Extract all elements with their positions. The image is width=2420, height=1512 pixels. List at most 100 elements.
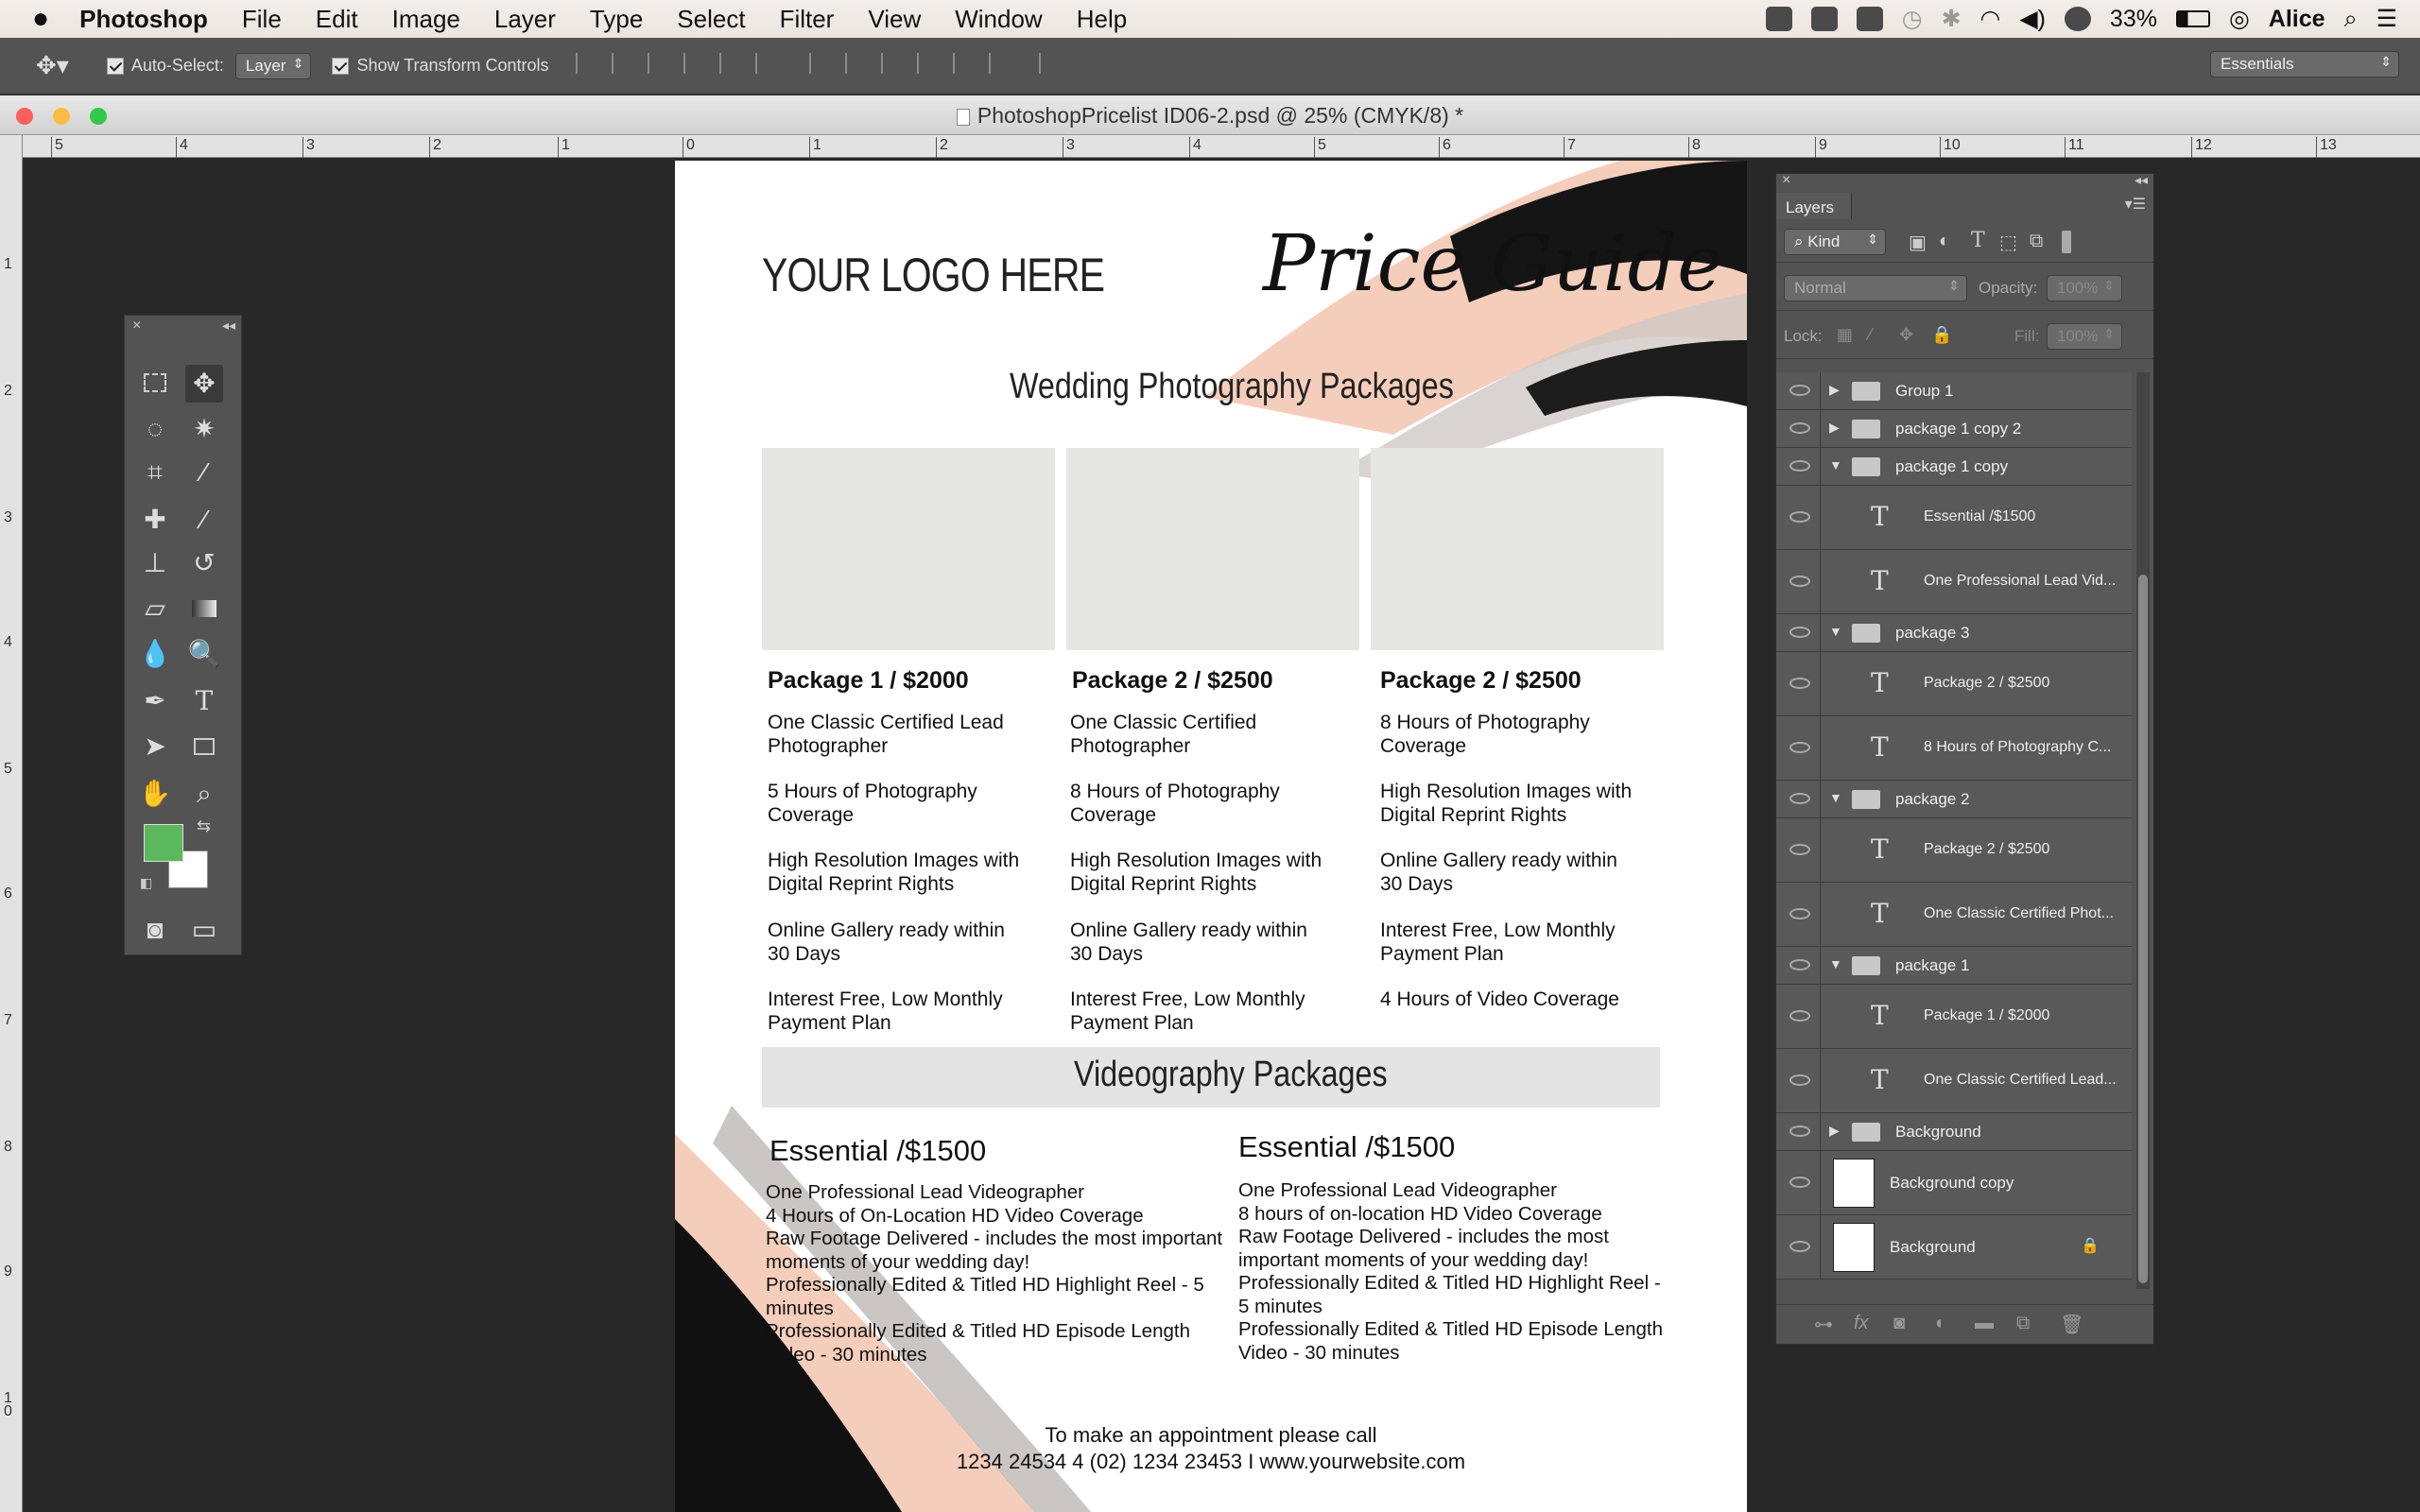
crop-tool-icon[interactable]: ⌗ [136, 454, 174, 491]
new-adjustment-icon[interactable]: ◐ [1935, 1313, 1946, 1334]
visibility-eye-icon[interactable] [1789, 385, 1810, 396]
lock-position-icon[interactable]: ✥ [1899, 325, 1913, 345]
wifi-icon[interactable]: ◠ [1980, 5, 2001, 33]
distribute-hcenter-icon[interactable] [952, 53, 974, 74]
fill-field[interactable]: 100% [2047, 323, 2122, 350]
visibility-eye-icon[interactable] [1789, 460, 1810, 472]
align-top-icon[interactable] [575, 53, 596, 74]
layer-row[interactable]: ▶ Group 1 [1776, 372, 2132, 410]
filter-smart-object-icon[interactable]: ⧉ [2030, 231, 2043, 252]
menu-window[interactable]: Window [938, 5, 1059, 34]
bluetooth-icon[interactable]: ✱ [1942, 5, 1962, 33]
spotlight-search-icon[interactable]: ⌕ [2344, 6, 2358, 33]
align-right-icon[interactable] [754, 53, 776, 74]
menu-file[interactable]: File [225, 5, 299, 34]
close-panel-icon[interactable]: × [1782, 172, 1790, 189]
quick-mask-icon[interactable]: ◙ [136, 911, 174, 949]
visibility-eye-icon[interactable] [1789, 959, 1810, 971]
collapsed-triangle-icon[interactable]: ▶ [1829, 420, 1840, 436]
tab-layers[interactable]: Layers [1776, 193, 1852, 219]
lock-brush-icon[interactable]: ⁄ [1869, 325, 1872, 345]
close-window-icon[interactable] [16, 108, 33, 125]
dodge-tool-icon[interactable]: 🔍 [185, 635, 223, 673]
expanded-triangle-icon[interactable]: ▼ [1829, 624, 1842, 639]
new-group-icon[interactable]: ▬ [1975, 1313, 1994, 1334]
visibility-eye-icon[interactable] [1789, 1125, 1810, 1137]
panel-menu-icon[interactable]: ▾☰ [2125, 195, 2146, 214]
visibility-eye-icon[interactable] [1789, 1177, 1810, 1188]
blend-mode-dropdown[interactable]: Normal [1784, 275, 1967, 301]
expanded-triangle-icon[interactable]: ▼ [1829, 956, 1842, 971]
opacity-field[interactable]: 100% [2047, 275, 2122, 301]
distribute-right-icon[interactable] [988, 53, 1010, 74]
layer-row[interactable]: ▼ package 1 [1776, 947, 2132, 985]
layer-row[interactable]: Background copy [1776, 1151, 2132, 1215]
distribute-vcenter-icon[interactable] [844, 53, 866, 74]
visibility-eye-icon[interactable] [1789, 908, 1810, 919]
filter-pixel-icon[interactable]: ▣ [1909, 231, 1927, 254]
document-canvas[interactable]: YOUR LOGO HERE Price Guide Wedding Photo… [675, 161, 1747, 1512]
layer-row[interactable]: ▼ package 2 [1776, 781, 2132, 818]
filter-type-icon[interactable]: T [1971, 229, 1985, 252]
pen-tool-icon[interactable]: ✒ [136, 682, 174, 720]
menu-view[interactable]: View [851, 5, 938, 34]
hand-tool-icon[interactable]: ✋ [136, 775, 174, 813]
visibility-eye-icon[interactable] [1789, 844, 1810, 855]
align-vcenter-icon[interactable] [611, 53, 632, 74]
menu-layer[interactable]: Layer [477, 5, 573, 34]
layers-scrollbar[interactable] [2136, 372, 2150, 1289]
eraser-tool-icon[interactable]: ▱ [136, 590, 174, 627]
screen-mode-icon[interactable]: ▭ [185, 911, 223, 949]
horizontal-ruler[interactable]: 5 4 3 2 1 0 1 2 3 4 5 6 7 8 9 10 11 12 13 [23, 135, 2420, 158]
auto-select-dropdown[interactable]: Layer [234, 52, 312, 79]
vertical-ruler[interactable]: 1 2 3 4 5 6 7 8 9 1 0 [0, 135, 23, 1512]
collapse-panel-icon[interactable]: ◂◂ [222, 318, 235, 334]
show-transform-checkbox[interactable]: Show Transform Controls [332, 56, 549, 76]
auto-align-icon[interactable] [1038, 53, 1060, 74]
layer-row[interactable]: ▶ Background [1776, 1113, 2132, 1151]
distribute-top-icon[interactable] [808, 53, 830, 74]
delete-layer-icon[interactable]: 🗑 [2060, 1313, 2083, 1336]
minimize-window-icon[interactable] [53, 108, 70, 125]
blur-tool-icon[interactable]: 💧 [136, 635, 174, 673]
layer-row[interactable]: T One Classic Certified Phot... [1776, 883, 2132, 947]
sync-icon[interactable]: ◎ [2229, 5, 2250, 33]
dropbox-icon[interactable] [1765, 7, 1792, 31]
battery-icon[interactable] [2175, 10, 2210, 27]
marquee-tool-icon[interactable] [136, 365, 174, 403]
gradient-tool-icon[interactable] [185, 590, 223, 627]
add-mask-icon[interactable]: ◙ [1893, 1313, 1905, 1334]
visibility-eye-icon[interactable] [1789, 1074, 1810, 1086]
creative-cloud-icon[interactable] [2064, 7, 2091, 31]
volume-icon[interactable]: ◀) [2019, 5, 2046, 33]
move-tool-preset-icon[interactable]: ✥▾ [36, 51, 69, 80]
filter-toggle-icon[interactable] [2062, 231, 2071, 253]
notification-center-icon[interactable]: ☰ [2377, 5, 2397, 33]
visibility-eye-icon[interactable] [1789, 422, 1810, 434]
menu-image[interactable]: Image [375, 5, 477, 34]
swap-colors-icon[interactable]: ⇆ [197, 816, 211, 836]
align-left-icon[interactable] [683, 53, 704, 74]
layer-row[interactable]: 🔒 Background [1776, 1215, 2132, 1280]
menu-filter[interactable]: Filter [763, 5, 852, 34]
workspace-dropdown[interactable]: Essentials [2210, 51, 2399, 77]
visibility-eye-icon[interactable] [1789, 742, 1810, 753]
menu-edit[interactable]: Edit [299, 5, 375, 34]
visibility-eye-icon[interactable] [1789, 576, 1810, 587]
brush-tool-icon[interactable]: ⁄ [185, 501, 223, 539]
visibility-eye-icon[interactable] [1789, 678, 1810, 689]
lock-all-icon[interactable]: 🔒 [1931, 325, 1952, 345]
zoom-tool-icon[interactable]: ⌕ [185, 775, 223, 813]
auto-select-checkbox[interactable]: Auto-Select: [106, 56, 224, 76]
collapsed-triangle-icon[interactable]: ▶ [1829, 1123, 1840, 1139]
user-name[interactable]: Alice [2269, 6, 2325, 33]
layer-row[interactable]: ▼ package 1 copy [1776, 448, 2132, 486]
foreground-color-swatch[interactable] [144, 824, 183, 862]
history-brush-tool-icon[interactable]: ↺ [185, 544, 223, 582]
align-hcenter-icon[interactable] [718, 53, 740, 74]
type-tool-icon[interactable]: T [185, 682, 223, 720]
path-selection-tool-icon[interactable]: ➤ [136, 728, 174, 765]
visibility-eye-icon[interactable] [1789, 793, 1810, 804]
checkbox-checked-icon[interactable] [106, 57, 124, 75]
lasso-tool-icon[interactable]: ◌ [136, 410, 174, 448]
